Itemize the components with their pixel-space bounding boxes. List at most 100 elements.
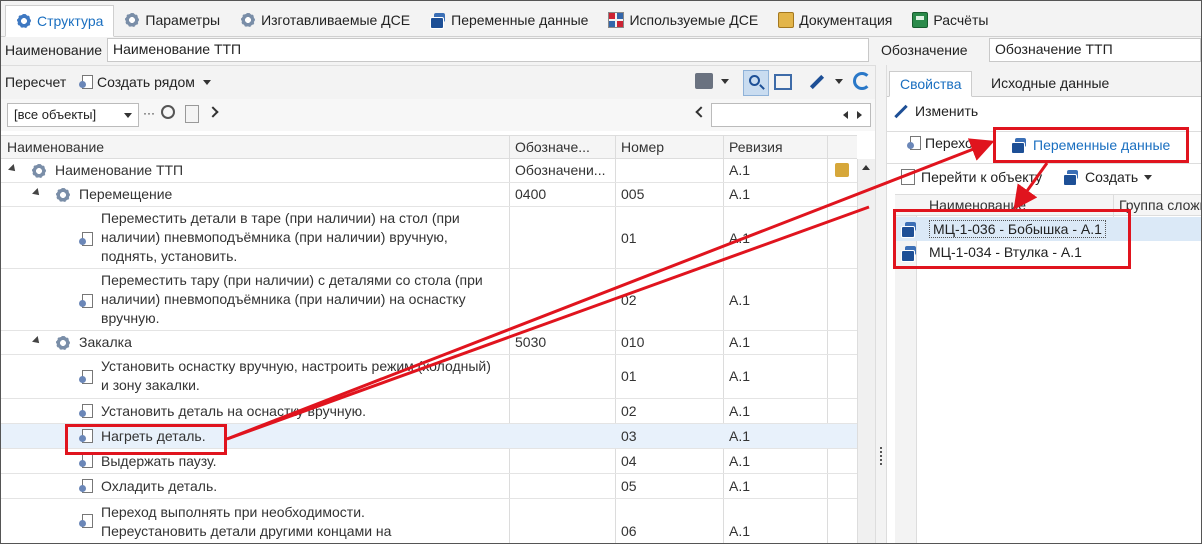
tab-structure[interactable]: Структура <box>5 5 115 37</box>
tab-calculations[interactable]: Расчёты <box>902 4 998 36</box>
tree-row-operation[interactable]: Закалка 5030 010 A.1 <box>1 331 857 355</box>
row-number: 02 <box>621 403 637 419</box>
search-icon[interactable] <box>161 105 175 119</box>
find-button[interactable] <box>743 70 769 96</box>
gear-icon <box>31 163 47 179</box>
column-header-name[interactable]: Наименование <box>7 139 104 155</box>
tab-used-parts[interactable]: Используемые ДСЕ <box>598 4 768 36</box>
variable-row-name: МЦ-1-036 - Бобышка - А.1 <box>929 220 1106 238</box>
pane-splitter[interactable] <box>875 65 887 543</box>
row-name-line: Переход выполнять при необходимости. <box>101 504 365 520</box>
subtab-step[interactable]: Переход <box>907 135 981 151</box>
tree-row-operation[interactable]: Перемещение 0400 005 A.1 <box>1 183 857 207</box>
goto-object-button[interactable]: Перейти к объекту <box>901 169 1042 185</box>
row-number: 04 <box>621 453 637 469</box>
row-revision: A.1 <box>729 334 751 350</box>
expand-icon[interactable] <box>32 188 42 198</box>
row-name-line: поднять, установить. <box>101 248 238 264</box>
chevron-down-icon[interactable] <box>835 79 843 84</box>
step-icon <box>79 293 93 309</box>
chevron-right-icon[interactable] <box>207 106 219 118</box>
structure-pane: Пересчет Создать рядом [все объекты] ···… <box>1 65 875 543</box>
tab-label: Структура <box>37 13 104 29</box>
vertical-scrollbar[interactable] <box>857 159 875 543</box>
tab-source-data[interactable]: Исходные данные <box>981 71 1119 97</box>
step-icon <box>79 478 93 494</box>
tree-row-step-selected[interactable]: Нагреть деталь. 03 A.1 <box>1 424 857 449</box>
tree-row-root[interactable]: Наименование ТТП Обозначени... A.1 <box>1 159 857 183</box>
row-revision: A.1 <box>729 453 751 469</box>
row-revision: A.1 <box>729 403 751 419</box>
step-icon <box>79 231 93 247</box>
app-window: Структура Параметры Изготавливаемые ДСЕ … <box>0 0 1202 544</box>
tree-row-step[interactable]: Установить оснастку вручную, настроить р… <box>1 355 857 399</box>
column-header-name[interactable]: Наименование <box>929 197 1026 213</box>
row-name: Закалка <box>79 334 132 350</box>
row-number: 06 <box>621 523 637 539</box>
designation-field[interactable]: Обозначение ТТП <box>989 38 1201 62</box>
scroll-up-icon[interactable] <box>862 165 870 170</box>
horizontal-scroller[interactable] <box>711 103 871 127</box>
document-icon[interactable] <box>185 105 199 123</box>
subtab-step-label: Переход <box>925 135 981 151</box>
column-header-revision[interactable]: Ревизия <box>729 139 783 155</box>
column-header-group[interactable]: Группа сложн <box>1119 197 1201 213</box>
tab-parameters[interactable]: Параметры <box>114 4 230 36</box>
row-revision: A.1 <box>729 292 751 308</box>
variable-row[interactable]: МЦ-1-036 - Бобышка - А.1 <box>895 217 1201 241</box>
variable-data-icon <box>901 221 917 238</box>
expand-icon[interactable] <box>32 336 42 346</box>
tree-row-step[interactable]: Переход выполнять при необходимости. Пер… <box>1 499 857 543</box>
tab-documentation[interactable]: Документация <box>768 4 902 36</box>
tree-row-step[interactable]: Переместить детали в таре (при наличии) … <box>1 207 857 269</box>
grip-icon <box>880 447 882 465</box>
row-name-line: Переместить тару (при наличии) с деталям… <box>101 272 483 288</box>
name-field[interactable]: Наименование ТТП <box>107 38 869 62</box>
chevron-down-icon[interactable] <box>721 79 729 84</box>
step-icon <box>907 135 921 151</box>
gear-icon <box>240 12 257 28</box>
row-number: 03 <box>621 428 637 444</box>
variable-row[interactable]: МЦ-1-034 - Втулка - А.1 <box>895 241 1201 265</box>
scroll-right-icon[interactable] <box>857 111 862 119</box>
scroll-left-icon[interactable] <box>843 111 848 119</box>
row-revision: A.1 <box>729 428 751 444</box>
tab-manufactured-parts[interactable]: Изготавливаемые ДСЕ <box>230 4 420 36</box>
tree-row-step[interactable]: Выдержать паузу. 04 A.1 <box>1 449 857 474</box>
tab-properties[interactable]: Свойства <box>889 71 973 97</box>
goto-label: Перейти к объекту <box>921 169 1043 185</box>
tab-label: Изготавливаемые ДСЕ <box>261 12 411 28</box>
row-designation: 5030 <box>515 334 547 350</box>
recalc-button[interactable]: Пересчет <box>5 74 66 90</box>
grid-icon <box>608 12 625 28</box>
row-name-line: наличии) пневмоподъёмника (при наличии) … <box>101 291 466 307</box>
edit-button[interactable]: Изменить <box>893 103 978 119</box>
wrench-icon[interactable] <box>809 72 825 90</box>
print-icon[interactable] <box>695 73 713 89</box>
tree-row-step[interactable]: Переместить тару (при наличии) с деталям… <box>1 269 857 331</box>
tree-row-step[interactable]: Охладить деталь. 05 A.1 <box>1 474 857 499</box>
expand-icon[interactable] <box>8 164 18 174</box>
create-near-label: Создать рядом <box>97 74 195 90</box>
chevron-down-icon <box>1144 174 1153 180</box>
object-filter-select[interactable]: [все объекты] <box>7 103 139 127</box>
row-revision: A.1 <box>729 162 751 178</box>
tree-row-step[interactable]: Установить деталь на оснастку вручную. 0… <box>1 399 857 424</box>
row-designation: Обозначени... <box>515 162 606 178</box>
create-near-button[interactable]: Создать рядом <box>79 74 211 90</box>
header-fields: Наименование Наименование ТТП Обозначени… <box>1 37 1201 65</box>
column-header-designation[interactable]: Обозначе... <box>515 139 590 155</box>
tab-variable-data[interactable]: Переменные данные <box>420 4 598 36</box>
chevron-left-icon[interactable] <box>695 106 707 118</box>
variable-data-icon <box>1011 137 1027 154</box>
row-name: Выдержать паузу. <box>101 453 217 469</box>
create-button[interactable]: Создать <box>1063 169 1153 186</box>
subtab-variable-data[interactable]: Переменные данные <box>1005 133 1177 157</box>
tab-label: Расчёты <box>933 12 989 28</box>
row-name-line: Переустановить детали другими концами на <box>101 523 392 539</box>
column-header-number[interactable]: Номер <box>621 139 664 155</box>
panel-icon[interactable] <box>774 74 792 90</box>
refresh-icon[interactable] <box>853 72 871 90</box>
more-button[interactable]: ··· <box>143 106 155 120</box>
tab-label: Параметры <box>145 12 221 28</box>
